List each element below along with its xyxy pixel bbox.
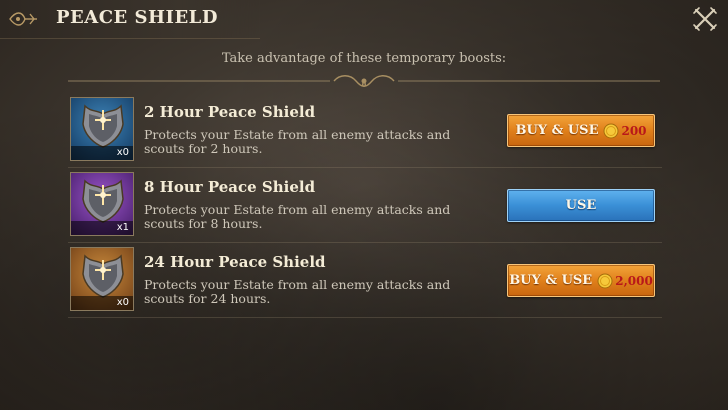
item-icon-frame: x1 [70, 172, 134, 236]
button-label: BUY & USE [515, 123, 599, 138]
list-item: x0 24 Hour Peace Shield Protects your Es… [68, 243, 662, 318]
gold-coin-icon [603, 123, 619, 138]
button-label: USE [565, 198, 597, 213]
item-icon-frame: x0 [70, 247, 134, 311]
item-description: Protects your Estate from all enemy atta… [144, 277, 451, 306]
price-label: 2,000 [615, 273, 653, 288]
title-bar: PEACE SHIELD [0, 0, 260, 39]
price-label: 200 [621, 123, 647, 138]
shield-icon [82, 254, 124, 298]
item-name: 24 Hour Peace Shield [144, 253, 326, 271]
item-quantity: x0 [116, 147, 129, 158]
ornament-icon [8, 8, 38, 30]
close-icon [693, 7, 717, 31]
gold-coin-icon [597, 273, 613, 288]
item-name: 8 Hour Peace Shield [144, 178, 316, 196]
buy-and-use-button[interactable]: BUY & USE 2,000 [507, 264, 655, 297]
buy-and-use-button[interactable]: BUY & USE 200 [507, 114, 655, 147]
shield-icon [82, 104, 124, 148]
list-item: x1 8 Hour Peace Shield Protects your Est… [68, 168, 662, 243]
item-description: Protects your Estate from all enemy atta… [144, 202, 451, 231]
item-description: Protects your Estate from all enemy atta… [144, 127, 451, 156]
item-name: 2 Hour Peace Shield [144, 103, 316, 121]
item-quantity: x0 [116, 297, 129, 308]
use-button[interactable]: USE [507, 189, 655, 222]
shield-icon [82, 179, 124, 223]
item-icon-frame: x0 [70, 97, 134, 161]
button-label: BUY & USE [509, 273, 593, 288]
subtitle: Take advantage of these temporary boosts… [221, 51, 507, 66]
close-button[interactable] [692, 6, 718, 32]
list-item: x0 2 Hour Peace Shield Protects your Est… [68, 93, 662, 168]
item-quantity: x1 [116, 222, 129, 233]
page-title: PEACE SHIELD [56, 7, 218, 28]
ornamental-divider [68, 72, 660, 90]
